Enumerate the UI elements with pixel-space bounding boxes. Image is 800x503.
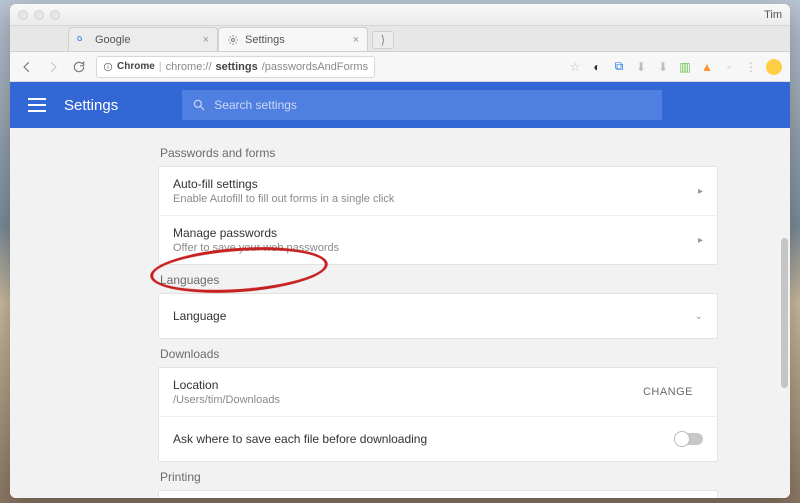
autofill-settings-row[interactable]: Auto-fill settings Enable Autofill to fi…	[159, 167, 717, 216]
hamburger-menu-icon[interactable]	[28, 98, 46, 112]
row-subtitle: Offer to save your web passwords	[173, 242, 339, 254]
vertical-scrollbar[interactable]	[780, 160, 788, 498]
address-bar[interactable]: Chrome | chrome://settings/passwordsAndF…	[96, 56, 375, 78]
section-heading-printing: Printing	[160, 470, 716, 484]
printers-row[interactable]: Printers ▸	[159, 491, 717, 498]
back-button[interactable]	[18, 58, 36, 76]
profile-avatar[interactable]	[766, 59, 782, 75]
languages-card: Language ⌄	[158, 293, 718, 339]
download-location-value: /Users/tim/Downloads	[173, 394, 280, 406]
traffic-lights	[18, 10, 60, 20]
page-title: Settings	[64, 97, 118, 114]
minimize-window-button[interactable]	[34, 10, 44, 20]
row-title: Language	[173, 309, 226, 323]
scrollbar-thumb[interactable]	[781, 238, 788, 388]
url-host: chrome://	[166, 61, 212, 73]
window-titlebar: Tim	[10, 4, 790, 26]
chevron-right-icon: ▸	[698, 186, 703, 197]
tab-label: Google	[95, 34, 130, 46]
browser-window: Tim G Google × Settings × ⟩	[10, 4, 790, 498]
extension-icon[interactable]: ▥	[678, 60, 692, 74]
row-subtitle: Enable Autofill to fill out forms in a s…	[173, 193, 394, 205]
reload-button[interactable]	[70, 58, 88, 76]
browser-toolbar: Chrome | chrome://settings/passwordsAndF…	[10, 52, 790, 82]
extension-icon[interactable]: ⬇	[656, 60, 670, 74]
section-heading-downloads: Downloads	[160, 347, 716, 361]
extension-icon[interactable]: ⧉	[612, 60, 626, 74]
svg-text:G: G	[77, 36, 83, 43]
extension-icon[interactable]: ◦	[722, 60, 736, 74]
language-row[interactable]: Language ⌄	[159, 294, 717, 338]
url-rest: /passwordsAndForms	[262, 61, 368, 73]
tab-label: Settings	[245, 34, 285, 46]
row-title: Auto-fill settings	[173, 177, 394, 191]
settings-search[interactable]	[182, 90, 662, 120]
close-tab-icon[interactable]: ×	[203, 34, 209, 46]
gear-favicon-icon	[227, 34, 239, 46]
chevron-right-icon: ▸	[698, 235, 703, 246]
search-icon	[192, 98, 206, 112]
page-content: Settings Passwords and forms Auto-fill s…	[10, 82, 790, 498]
menu-icon[interactable]: ⋮	[744, 60, 758, 74]
info-icon	[103, 62, 113, 72]
star-icon[interactable]: ☆	[568, 60, 582, 74]
section-heading-passwords-forms: Passwords and forms	[160, 146, 716, 160]
settings-scroll-area[interactable]: Passwords and forms Auto-fill settings E…	[10, 128, 790, 498]
row-title: Ask where to save each file before downl…	[173, 432, 427, 446]
new-tab-button[interactable]: ⟩	[372, 31, 394, 49]
ask-where-toggle[interactable]	[675, 433, 703, 445]
tab-google[interactable]: G Google ×	[68, 27, 218, 51]
row-title: Location	[173, 378, 280, 392]
ask-where-to-save-row[interactable]: Ask where to save each file before downl…	[159, 417, 717, 461]
os-user-name: Tim	[764, 9, 782, 21]
settings-header: Settings	[10, 82, 790, 128]
printing-card: Printers ▸	[158, 490, 718, 498]
search-input[interactable]	[214, 98, 652, 112]
download-location-row[interactable]: Location /Users/tim/Downloads CHANGE	[159, 368, 717, 417]
url-bold: settings	[216, 61, 258, 73]
extension-icon[interactable]: ◐	[590, 60, 604, 74]
forward-button[interactable]	[44, 58, 62, 76]
manage-passwords-row[interactable]: Manage passwords Offer to save your web …	[159, 216, 717, 264]
download-icon[interactable]: ⬇	[634, 60, 648, 74]
toolbar-right-icons: ☆ ◐ ⧉ ⬇ ⬇ ▥ ▲ ◦ ⋮	[568, 59, 782, 75]
zoom-window-button[interactable]	[50, 10, 60, 20]
tab-settings[interactable]: Settings ×	[218, 27, 368, 51]
passwords-forms-card: Auto-fill settings Enable Autofill to fi…	[158, 166, 718, 265]
chevron-down-icon: ⌄	[695, 311, 703, 322]
url-scheme-label: Chrome	[117, 61, 155, 72]
close-tab-icon[interactable]: ×	[353, 34, 359, 46]
row-title: Manage passwords	[173, 226, 339, 240]
downloads-card: Location /Users/tim/Downloads CHANGE Ask…	[158, 367, 718, 462]
google-favicon-icon: G	[77, 34, 89, 46]
extension-icon[interactable]: ▲	[700, 60, 714, 74]
tab-strip: G Google × Settings × ⟩	[10, 26, 790, 52]
change-location-button[interactable]: CHANGE	[633, 380, 703, 404]
section-heading-languages: Languages	[160, 273, 716, 287]
close-window-button[interactable]	[18, 10, 28, 20]
